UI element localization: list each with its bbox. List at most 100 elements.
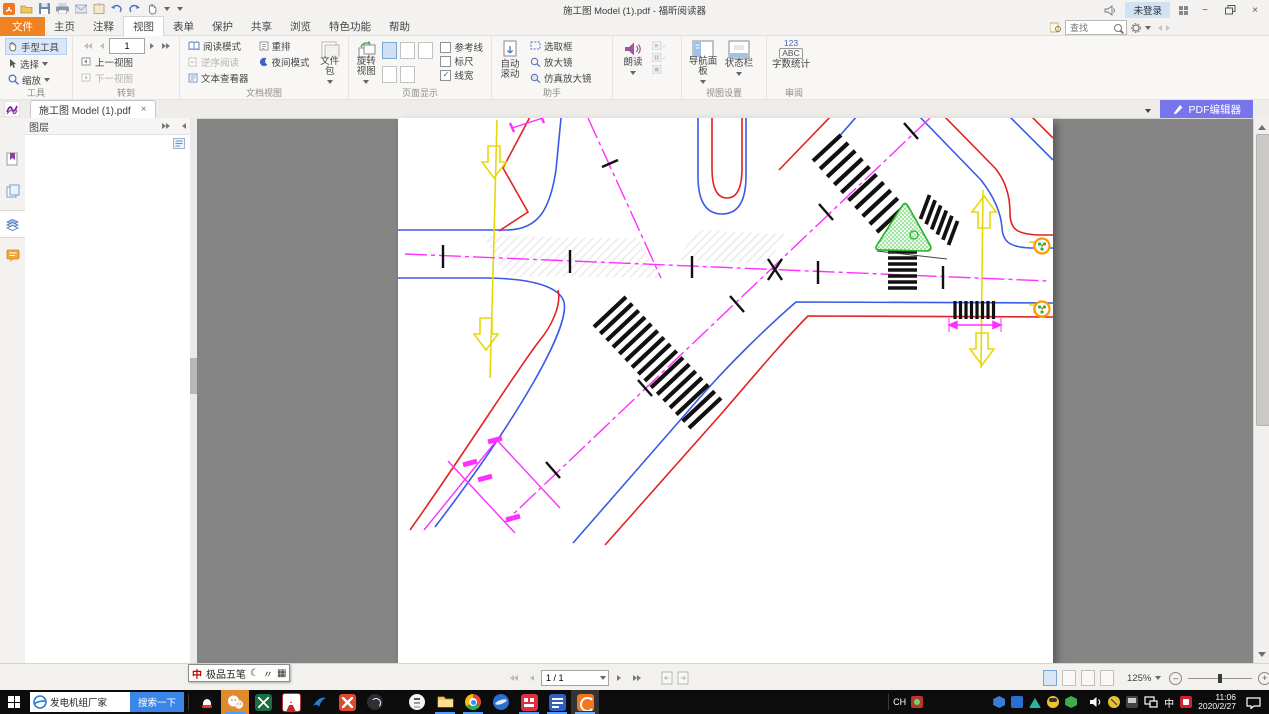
page-indicator-arrow[interactable] bbox=[600, 676, 606, 683]
find-options-arrow[interactable] bbox=[1145, 26, 1151, 33]
tab-browse[interactable]: 浏览 bbox=[281, 17, 320, 36]
zoom-slider[interactable] bbox=[1188, 678, 1252, 679]
tray-shield-blue-icon[interactable] bbox=[993, 696, 1005, 708]
taskbar-app-red-x[interactable] bbox=[333, 690, 361, 714]
taskbar-app-autocad[interactable] bbox=[277, 690, 305, 714]
pdf-editor-button[interactable]: PDF编辑器 bbox=[1160, 100, 1254, 118]
find-input[interactable] bbox=[1068, 22, 1114, 34]
last-page-status-button[interactable] bbox=[631, 671, 645, 685]
document-tab-active[interactable]: 施工图 Model (1).pdf × bbox=[30, 100, 156, 118]
status-bar-button[interactable]: 状态栏 bbox=[723, 40, 755, 87]
facing-view-button[interactable] bbox=[1081, 670, 1095, 686]
taskbar-app-blue-doc[interactable] bbox=[543, 690, 571, 714]
expand-panel-icon[interactable] bbox=[162, 123, 173, 129]
layout-book-button[interactable] bbox=[400, 66, 415, 83]
guides-checkbox[interactable]: 参考线 bbox=[437, 41, 486, 53]
layout-more-arrow[interactable] bbox=[418, 66, 433, 87]
promotion-icon[interactable] bbox=[1104, 5, 1116, 16]
tab-view[interactable]: 视图 bbox=[123, 16, 164, 37]
taskbar-app-red-cn[interactable] bbox=[515, 690, 543, 714]
book-view-button[interactable] bbox=[1100, 670, 1114, 686]
portfolio-button[interactable]: 文件包 bbox=[317, 40, 343, 87]
single-page-view-button[interactable] bbox=[1043, 670, 1057, 686]
tray-blue-square-icon[interactable] bbox=[1011, 696, 1023, 708]
next-doc-icon[interactable] bbox=[677, 671, 689, 685]
tab-protect[interactable]: 保护 bbox=[203, 17, 242, 36]
taskbar-app-blue-globe[interactable] bbox=[487, 690, 515, 714]
collapse-panel-icon[interactable] bbox=[179, 123, 186, 129]
find-prev-icon[interactable] bbox=[1155, 25, 1162, 31]
pages-panel-button[interactable] bbox=[0, 178, 25, 204]
select-tool-button[interactable]: 选择 bbox=[5, 56, 67, 71]
zoom-slider-thumb[interactable] bbox=[1218, 674, 1222, 683]
layers-panel-button[interactable] bbox=[0, 210, 25, 238]
start-button[interactable] bbox=[0, 690, 28, 714]
layer-options-button[interactable] bbox=[173, 138, 185, 149]
sim-magnifier-button[interactable]: 仿真放大镜 bbox=[527, 70, 595, 85]
taskbar-search-button[interactable]: 搜索一下 bbox=[130, 692, 184, 712]
first-page-button[interactable] bbox=[81, 43, 92, 49]
taskbar-app-excel[interactable] bbox=[249, 690, 277, 714]
ime-mode-indicator[interactable]: 中 bbox=[192, 666, 202, 681]
tab-list-dropdown[interactable] bbox=[1145, 106, 1151, 119]
word-count-button[interactable]: 123 ABC 字数统计 bbox=[772, 39, 810, 87]
tray-clock[interactable]: 11:06 2020/2/27 bbox=[1198, 693, 1236, 711]
taskbar-app-chrome[interactable] bbox=[459, 690, 487, 714]
find-box[interactable] bbox=[1065, 20, 1127, 35]
tray-triangle-icon[interactable] bbox=[1029, 692, 1041, 708]
tray-app-red-icon[interactable] bbox=[911, 696, 923, 708]
tray-ime-indicator[interactable]: 中 bbox=[1164, 695, 1174, 710]
ime-name[interactable]: 极品五笔 bbox=[206, 666, 246, 681]
taskbar-app-swoosh[interactable] bbox=[305, 690, 333, 714]
pdf-page[interactable] bbox=[398, 118, 1053, 663]
find-in-doc-icon[interactable] bbox=[1050, 22, 1061, 33]
taskbar-app-qq[interactable] bbox=[193, 690, 221, 714]
tab-comment[interactable]: 注释 bbox=[84, 17, 123, 36]
taskbar-app-foxit-active[interactable] bbox=[571, 690, 599, 714]
tray-network-icon[interactable] bbox=[1144, 696, 1158, 708]
zoom-out-button[interactable]: – bbox=[1169, 672, 1182, 685]
tray-language[interactable]: CH bbox=[893, 697, 906, 707]
comments-panel-button[interactable] bbox=[0, 242, 25, 268]
taskbar-search-box[interactable]: 发电机组厂家 搜索一下 bbox=[30, 692, 184, 712]
taskbar-app-dark-circle[interactable] bbox=[361, 690, 389, 714]
hand-tool-button[interactable]: 手型工具 bbox=[5, 38, 67, 55]
next-page-button[interactable] bbox=[150, 43, 157, 49]
first-page-status-button[interactable] bbox=[505, 671, 519, 685]
prev-page-button[interactable] bbox=[97, 43, 104, 49]
scrollbar-thumb[interactable] bbox=[1256, 134, 1269, 426]
reverse-read-button[interactable]: 逆序阅读 bbox=[185, 54, 252, 69]
tab-features[interactable]: 特色功能 bbox=[320, 17, 380, 36]
reflow-button[interactable]: 重排 bbox=[256, 38, 313, 53]
ime-punct-icon[interactable]: 〃 bbox=[263, 666, 273, 681]
tray-volume-icon[interactable] bbox=[1089, 696, 1102, 708]
tab-help[interactable]: 帮助 bbox=[380, 17, 419, 36]
prev-page-status-button[interactable] bbox=[523, 671, 537, 685]
layout-split-button[interactable] bbox=[382, 66, 397, 83]
scroll-up-button[interactable] bbox=[1254, 118, 1269, 132]
last-page-button[interactable] bbox=[162, 43, 173, 49]
rotate-view-button[interactable]: 旋转视图 bbox=[354, 40, 378, 87]
close-button[interactable]: × bbox=[1247, 4, 1263, 17]
panel-splitter[interactable] bbox=[190, 118, 197, 663]
tab-share[interactable]: 共享 bbox=[242, 17, 281, 36]
bookmarks-panel-button[interactable] bbox=[0, 146, 25, 172]
start-page-button[interactable] bbox=[4, 101, 20, 117]
apps-grid-icon[interactable] bbox=[1179, 6, 1188, 15]
taskbar-app-white-circle[interactable] bbox=[403, 690, 431, 714]
tab-home[interactable]: 主页 bbox=[45, 17, 84, 36]
page-indicator-input[interactable] bbox=[544, 672, 600, 684]
taskbar-search-text[interactable]: 发电机组厂家 bbox=[47, 695, 130, 709]
prev-view-button[interactable]: 上一视图 bbox=[78, 54, 174, 69]
next-view-button[interactable]: 下一视图 bbox=[78, 70, 174, 85]
zoom-tool-button[interactable]: 缩放 bbox=[5, 72, 67, 87]
ruler-checkbox[interactable]: 标尺 bbox=[437, 55, 486, 67]
text-viewer-button[interactable]: 文本查看器 bbox=[185, 70, 252, 85]
layout-facing-button[interactable] bbox=[418, 42, 433, 59]
auto-scroll-button[interactable]: 自动滚动 bbox=[497, 40, 523, 87]
layout-continuous-button[interactable] bbox=[400, 42, 415, 59]
stop-mini-icon[interactable] bbox=[652, 65, 666, 74]
prev-doc-icon[interactable] bbox=[661, 671, 673, 685]
ime-toolbar[interactable]: 中 极品五笔 ☾ 〃 ▦ bbox=[188, 664, 290, 682]
line-weight-checkbox[interactable]: ✓线宽 bbox=[437, 69, 486, 81]
